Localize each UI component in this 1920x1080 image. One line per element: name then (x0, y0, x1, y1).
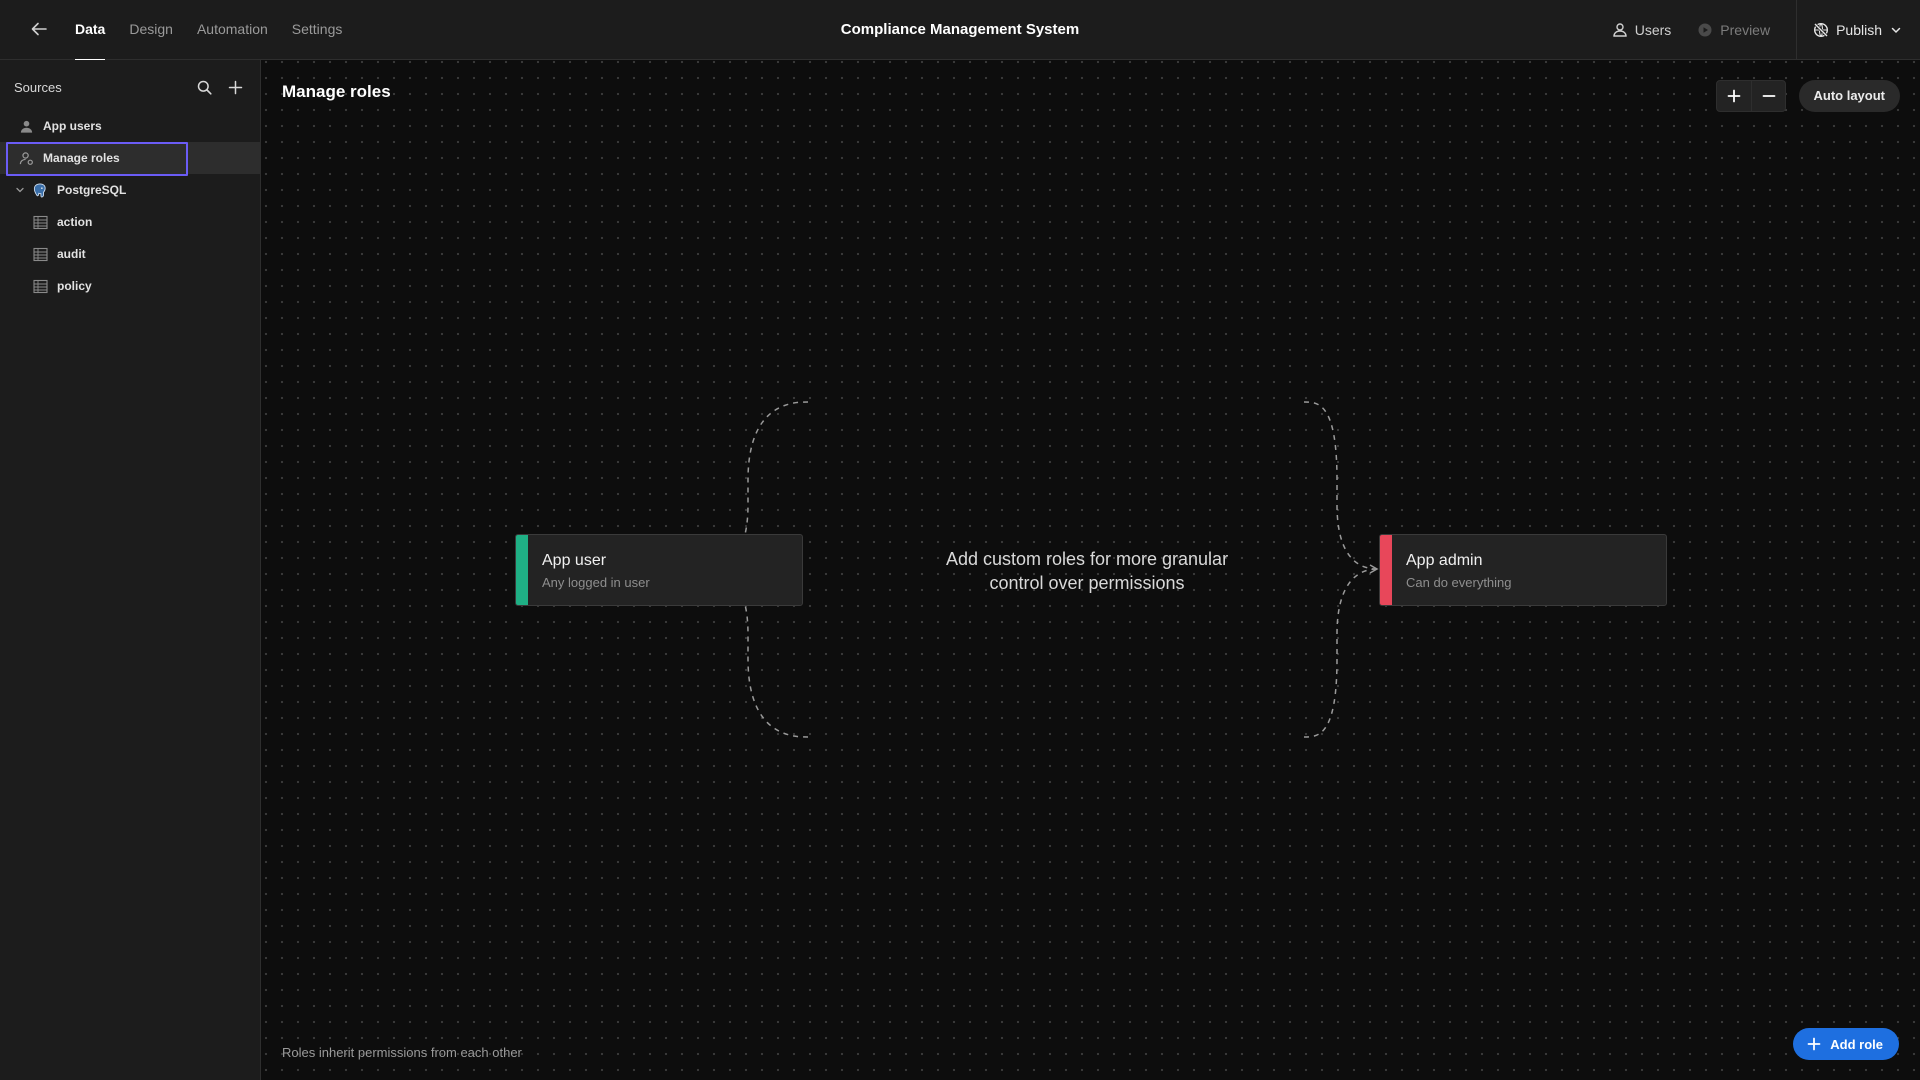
tab-settings[interactable]: Settings (292, 0, 343, 60)
chevron-down-icon[interactable] (15, 185, 25, 195)
sidebar-item-label: PostgreSQL (57, 183, 127, 197)
roles-canvas[interactable]: Manage roles Auto layout App user Any lo… (262, 60, 1920, 1080)
postgresql-icon (32, 182, 48, 198)
preview-button[interactable]: Preview (1697, 22, 1770, 38)
role-color-bar (516, 535, 528, 605)
back-button[interactable] (26, 16, 52, 42)
sidebar-item-label: Manage roles (43, 151, 120, 165)
top-right-actions: Users Preview Publish (1612, 0, 1920, 60)
tab-design[interactable]: Design (129, 0, 173, 60)
search-button[interactable] (193, 76, 215, 98)
sidebar-item-app-users[interactable]: App users (0, 110, 260, 142)
tab-automation[interactable]: Automation (197, 0, 268, 60)
tab-data[interactable]: Data (75, 0, 106, 61)
manage-roles-icon (18, 150, 34, 166)
publish-button[interactable]: Publish (1813, 22, 1902, 38)
sidebar-item-action[interactable]: action (0, 206, 260, 238)
role-name: App admin (1406, 552, 1483, 569)
custom-roles-hint: Add custom roles for more granular contr… (945, 549, 1229, 593)
sidebar-item-postgresql[interactable]: PostgreSQL (0, 174, 260, 206)
role-node-app-user[interactable]: App user Any logged in user (515, 534, 803, 606)
add-role-button[interactable]: Add role (1793, 1028, 1899, 1060)
sidebar-item-manage-roles[interactable]: Manage roles (0, 142, 260, 176)
plus-icon (1807, 1037, 1821, 1051)
user-icon (1613, 23, 1627, 37)
globe-off-icon (1814, 22, 1829, 38)
sidebar-item-label: audit (57, 247, 86, 261)
role-description: Can do everything (1406, 575, 1512, 590)
add-role-label: Add role (1830, 1036, 1883, 1052)
play-circle-icon (1698, 23, 1712, 37)
top-bar: Data Design Automation Settings Complian… (0, 0, 1920, 61)
users-button[interactable]: Users (1612, 22, 1672, 38)
preview-label: Preview (1720, 22, 1771, 38)
user-icon (18, 118, 34, 134)
sidebar-header: Sources (14, 76, 246, 98)
chevron-down-icon (1891, 27, 1901, 34)
role-name: App user (542, 552, 607, 569)
arrow-left-icon (31, 22, 47, 36)
table-icon (32, 214, 48, 230)
sidebar-item-label: action (57, 215, 93, 229)
sources-sidebar: Sources App users Manage roles PostgreSQ… (0, 60, 261, 1080)
sidebar-item-audit[interactable]: audit (0, 238, 260, 270)
publish-area: Publish (1796, 0, 1920, 60)
users-label: Users (1634, 22, 1672, 38)
sidebar-item-policy[interactable]: policy (0, 270, 260, 302)
sources-list: App users Manage roles PostgreSQL action… (0, 110, 260, 302)
publish-label: Publish (1836, 22, 1882, 38)
sidebar-item-label: App users (43, 119, 102, 133)
plus-icon (228, 80, 242, 94)
table-icon (32, 278, 48, 294)
nav-tabs: Data Design Automation Settings (75, 0, 366, 61)
sidebar-item-label: policy (57, 279, 92, 293)
role-color-bar (1380, 535, 1392, 605)
inheritance-footnote: Roles inherit permissions from each othe… (282, 1045, 522, 1060)
table-icon (32, 246, 48, 262)
add-source-button[interactable] (224, 76, 246, 98)
search-icon (197, 80, 212, 95)
sidebar-title: Sources (14, 79, 62, 95)
role-node-app-admin[interactable]: App admin Can do everything (1379, 534, 1667, 606)
role-description: Any logged in user (542, 575, 650, 590)
